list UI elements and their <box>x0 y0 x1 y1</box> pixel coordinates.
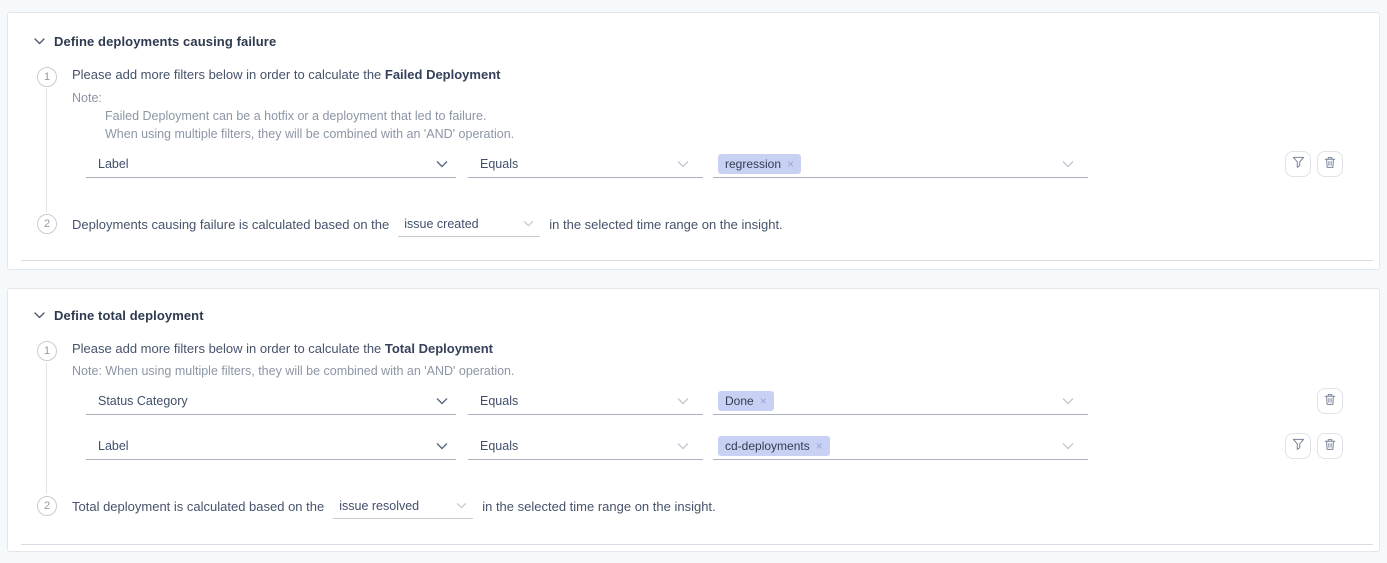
chevron-down-icon <box>677 442 689 450</box>
chevron-down-icon <box>436 397 448 405</box>
filter-row: Label Equals cd-deployments <box>86 432 1343 460</box>
step-1-body: Please add more filters below in order t… <box>72 65 1379 178</box>
panel-title: Define total deployment <box>54 308 204 323</box>
note-label: Note: When using multiple filters, they … <box>72 362 1343 380</box>
chevron-down-icon <box>1062 397 1074 405</box>
calculation-sentence: Deployments causing failure is calculate… <box>72 210 1343 238</box>
funnel-icon <box>1292 438 1305 454</box>
delete-filter-button[interactable] <box>1317 433 1343 459</box>
step-prompt: Please add more filters below in order t… <box>72 67 1343 83</box>
metric-name: Failed Deployment <box>385 67 501 82</box>
value-tag: cd-deployments <box>718 436 830 456</box>
funnel-icon <box>1292 156 1305 172</box>
step-number-badge: 1 <box>37 341 57 361</box>
filter-rows: Label Equals regression <box>72 150 1343 178</box>
filter-row-actions <box>1285 433 1343 459</box>
filter-row: Status Category Equals Done <box>86 387 1343 415</box>
step-number-badge: 1 <box>37 67 57 87</box>
trash-icon <box>1324 393 1336 409</box>
chevron-down-icon <box>1062 442 1074 450</box>
filter-field-select[interactable]: Label <box>86 150 456 178</box>
note-line: When using multiple filters, they will b… <box>105 125 1343 143</box>
chevron-down-icon <box>436 442 448 450</box>
step-2: 2 Deployments causing failure is calcula… <box>8 210 1379 238</box>
filter-row: Label Equals regression <box>86 150 1343 178</box>
panel-header[interactable]: Define deployments causing failure <box>8 13 1379 49</box>
trash-icon <box>1324 156 1336 172</box>
note-label: Note: <box>72 89 1343 107</box>
collapse-chevron-icon[interactable] <box>34 312 45 319</box>
step-1: 1 Please add more filters below in order… <box>8 65 1379 178</box>
note-line: Failed Deployment can be a hotfix or a d… <box>105 107 1343 125</box>
step-1-body: Please add more filters below in order t… <box>72 339 1379 460</box>
event-type-select[interactable]: issue created <box>398 211 540 237</box>
filter-operator-select[interactable]: Equals <box>468 387 703 415</box>
filter-row-actions <box>1285 151 1343 177</box>
value-tag: Done <box>718 391 774 411</box>
step-2-body: Deployments causing failure is calculate… <box>72 210 1379 238</box>
filter-row-actions <box>1317 388 1343 414</box>
calculation-sentence: Total deployment is calculated based on … <box>72 492 1343 520</box>
remove-tag-icon[interactable] <box>760 395 767 407</box>
chevron-down-icon <box>436 160 448 168</box>
filter-field-select[interactable]: Status Category <box>86 387 456 415</box>
panel-header[interactable]: Define total deployment <box>8 289 1379 323</box>
settings-page: Define deployments causing failure 1 Ple… <box>0 0 1387 563</box>
chevron-down-icon <box>456 502 467 509</box>
filter-value-select[interactable]: regression <box>713 150 1088 178</box>
metric-name: Total Deployment <box>385 341 493 356</box>
chevron-down-icon <box>1062 160 1074 168</box>
step-number-badge: 2 <box>37 496 57 516</box>
filter-field-select[interactable]: Label <box>86 432 456 460</box>
event-type-select[interactable]: issue resolved <box>333 493 473 519</box>
chevron-down-icon <box>677 160 689 168</box>
advanced-filter-button[interactable] <box>1285 433 1311 459</box>
filter-value-select[interactable]: Done <box>713 387 1088 415</box>
delete-filter-button[interactable] <box>1317 388 1343 414</box>
remove-tag-icon[interactable] <box>816 440 823 452</box>
filter-rows: Status Category Equals Done <box>72 387 1343 460</box>
step-1: 1 Please add more filters below in order… <box>8 339 1379 460</box>
panel-deployments-causing-failure: Define deployments causing failure 1 Ple… <box>7 12 1380 270</box>
advanced-filter-button[interactable] <box>1285 151 1311 177</box>
value-tag: regression <box>718 154 801 174</box>
panel-footer-divider <box>21 544 1373 545</box>
panel-footer-divider <box>21 260 1373 261</box>
filter-operator-select[interactable]: Equals <box>468 432 703 460</box>
panel-title: Define deployments causing failure <box>54 34 276 49</box>
filter-operator-select[interactable]: Equals <box>468 150 703 178</box>
chevron-down-icon <box>523 220 534 227</box>
remove-tag-icon[interactable] <box>787 158 794 170</box>
trash-icon <box>1324 438 1336 454</box>
step-2-body: Total deployment is calculated based on … <box>72 492 1379 520</box>
panel-total-deployment: Define total deployment 1 Please add mor… <box>7 288 1380 552</box>
delete-filter-button[interactable] <box>1317 151 1343 177</box>
chevron-down-icon <box>677 397 689 405</box>
step-prompt: Please add more filters below in order t… <box>72 341 1343 357</box>
collapse-chevron-icon[interactable] <box>34 38 45 45</box>
step-2: 2 Total deployment is calculated based o… <box>8 492 1379 520</box>
filter-value-select[interactable]: cd-deployments <box>713 432 1088 460</box>
step-number-badge: 2 <box>37 214 57 234</box>
